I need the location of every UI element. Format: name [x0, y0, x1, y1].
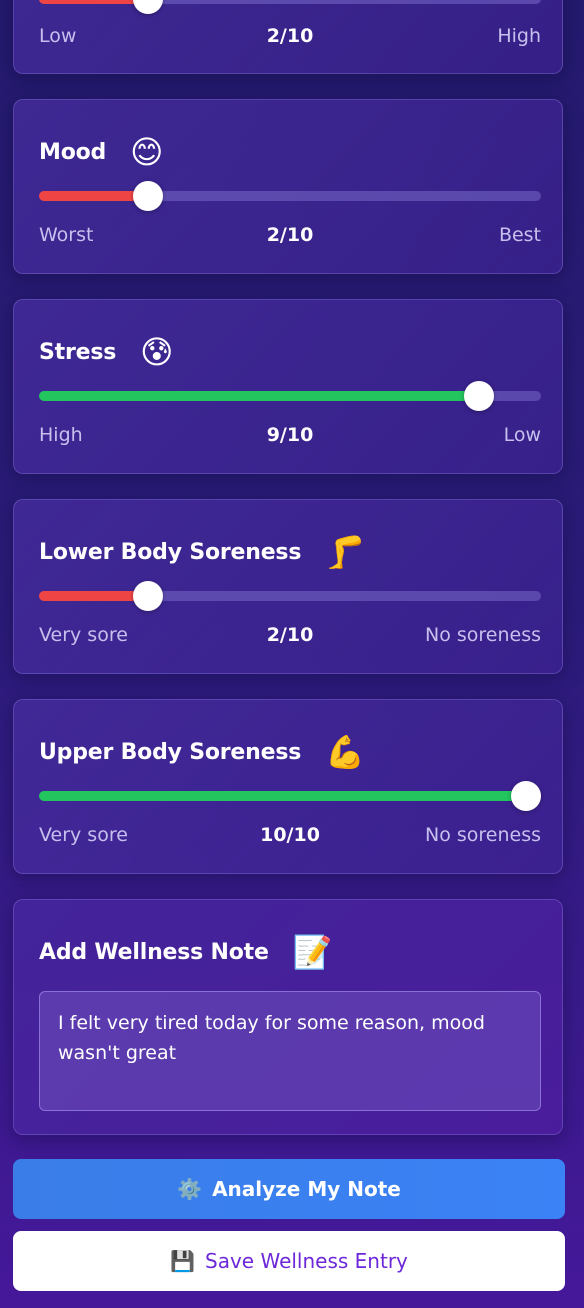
energy-max-label: High [497, 25, 542, 47]
analyze-note-button[interactable]: ⚙️ Analyze My Note [13, 1159, 565, 1219]
mood-scale: Worst 2/10 Best [39, 224, 541, 246]
mood-value: 2/10 [266, 224, 314, 246]
energy-slider-fill [39, 0, 149, 4]
stress-title: Stress [39, 339, 117, 365]
flexed-biceps-icon: 💪 [325, 733, 365, 771]
lower-body-slider-fill [39, 591, 149, 601]
stress-value: 9/10 [266, 424, 314, 446]
upper-body-card: Upper Body Soreness 💪 Very sore 10/10 No… [13, 699, 563, 874]
anxious-face-icon: 😰 [140, 333, 174, 371]
lower-body-card: Lower Body Soreness 🦵 Very sore 2/10 No … [13, 499, 563, 674]
mood-slider-thumb[interactable] [133, 181, 164, 211]
energy-card: Low 2/10 High [13, 0, 563, 74]
mood-card: Mood 😊 Worst 2/10 Best [13, 99, 563, 274]
gear-icon: ⚙️ [177, 1177, 203, 1201]
energy-slider-thumb[interactable] [133, 0, 164, 14]
wellness-note-textarea[interactable]: I felt very tired today for some reason,… [39, 991, 541, 1111]
lower-body-slider[interactable] [39, 581, 541, 611]
stress-max-label: Low [503, 424, 542, 446]
upper-body-min-label: Very sore [39, 824, 128, 846]
lower-body-slider-thumb[interactable] [133, 581, 164, 611]
lower-body-title: Lower Body Soreness [39, 539, 302, 565]
lower-body-value: 2/10 [266, 624, 314, 646]
mood-title: Mood [39, 139, 107, 165]
upper-body-scale: Very sore 10/10 No soreness [39, 824, 541, 846]
stress-scale: High 9/10 Low [39, 424, 541, 446]
lower-body-scale: Very sore 2/10 No soreness [39, 624, 541, 646]
upper-body-slider-thumb[interactable] [511, 781, 541, 811]
upper-body-title-row: Upper Body Soreness 💪 [39, 736, 365, 768]
upper-body-value: 10/10 [260, 824, 320, 846]
lower-body-max-label: No soreness [425, 624, 542, 646]
floppy-disk-icon: 💾 [170, 1249, 196, 1273]
lower-body-title-row: Lower Body Soreness 🦵 [39, 536, 365, 568]
analyze-note-label: Analyze My Note [212, 1177, 401, 1201]
note-title: Add Wellness Note [39, 939, 269, 965]
energy-min-label: Low [39, 25, 77, 47]
upper-body-slider[interactable] [39, 781, 541, 811]
mood-slider-fill [39, 191, 149, 201]
mood-max-label: Best [498, 224, 542, 246]
energy-slider[interactable] [39, 0, 541, 14]
save-entry-label: Save Wellness Entry [205, 1249, 408, 1273]
lower-body-min-label: Very sore [39, 624, 128, 646]
stress-slider-thumb[interactable] [463, 381, 494, 411]
mood-title-row: Mood 😊 [39, 136, 163, 168]
leg-icon: 🦵 [325, 533, 365, 571]
upper-body-slider-fill [39, 791, 526, 801]
wellness-note-card: Add Wellness Note 📝 I felt very tired to… [13, 899, 563, 1135]
note-title-row: Add Wellness Note 📝 [39, 933, 333, 971]
stress-card: Stress 😰 High 9/10 Low [13, 299, 563, 474]
upper-body-title: Upper Body Soreness [39, 739, 302, 765]
mood-slider[interactable] [39, 181, 541, 211]
stress-min-label: High [39, 424, 83, 446]
stress-slider[interactable] [39, 381, 541, 411]
stress-slider-fill [39, 391, 479, 401]
energy-value: 2/10 [266, 25, 314, 47]
stress-title-row: Stress 😰 [39, 336, 173, 368]
save-entry-button[interactable]: 💾 Save Wellness Entry [13, 1231, 565, 1291]
mood-min-label: Worst [39, 224, 94, 246]
memo-icon: 📝 [292, 933, 333, 971]
upper-body-max-label: No soreness [425, 824, 542, 846]
energy-scale: Low 2/10 High [39, 25, 541, 47]
smiling-face-icon: 😊 [130, 133, 164, 171]
